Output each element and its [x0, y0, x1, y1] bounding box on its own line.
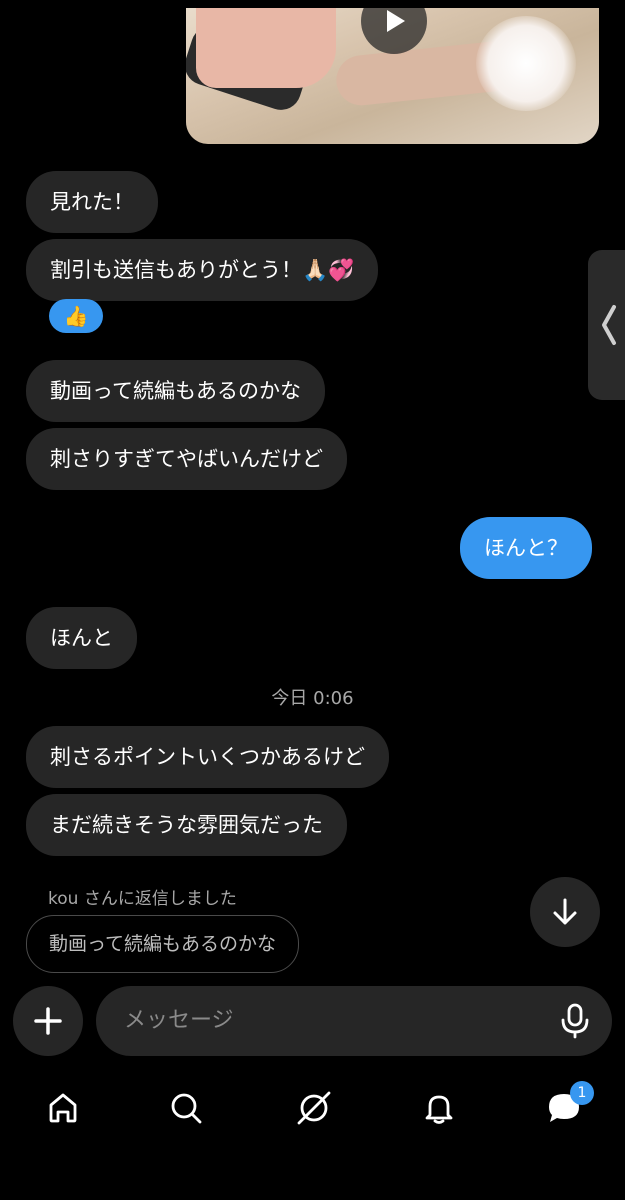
message-received[interactable]: 動画って続編もあるのかな	[26, 360, 325, 422]
nav-home[interactable]	[43, 1088, 83, 1128]
add-attachment-button[interactable]	[13, 986, 83, 1056]
message-input[interactable]: メッセージ	[96, 986, 612, 1056]
nav-notifications[interactable]	[419, 1088, 459, 1128]
play-icon[interactable]	[361, 8, 427, 54]
chevron-left-icon	[602, 305, 616, 345]
bell-icon	[425, 1095, 453, 1124]
message-input-placeholder: メッセージ	[124, 1008, 234, 1033]
scroll-to-bottom-button[interactable]	[530, 877, 600, 947]
reply-context-label: kou さんに返信しました	[48, 889, 237, 909]
side-panel-handle[interactable]	[588, 250, 625, 400]
home-icon	[49, 1093, 77, 1123]
quoted-message[interactable]: 動画って続編もあるのかな	[26, 915, 300, 973]
arrow-down-icon	[553, 898, 577, 925]
message-timestamp: 今日 0:06	[271, 688, 354, 709]
nav-search[interactable]	[166, 1088, 206, 1128]
blurred-region	[476, 16, 576, 111]
message-received[interactable]: 刺さるポイントいくつかあるけど	[26, 726, 389, 788]
video-frame-detail	[196, 8, 336, 88]
search-icon	[171, 1093, 202, 1124]
message-received[interactable]: 見れた！	[26, 171, 158, 233]
message-sent[interactable]: ほんと？	[460, 517, 592, 579]
shared-video-thumbnail[interactable]	[186, 8, 599, 144]
message-received[interactable]: まだ続きそうな雰囲気だった	[26, 794, 347, 856]
message-received[interactable]: ほんと	[26, 607, 137, 669]
message-received[interactable]: 割引も送信もありがとう！🙏🏻💞	[26, 239, 379, 301]
explore-icon	[297, 1091, 331, 1125]
plus-icon	[34, 1007, 62, 1035]
message-received[interactable]: 刺さりすぎてやばいんだけど	[26, 428, 347, 490]
reaction-badge[interactable]: 👍	[49, 299, 103, 333]
nav-explore[interactable]	[294, 1088, 334, 1128]
bottom-navigation	[0, 1078, 625, 1138]
microphone-icon[interactable]	[560, 1003, 590, 1039]
unread-badge: 1	[570, 1081, 594, 1105]
